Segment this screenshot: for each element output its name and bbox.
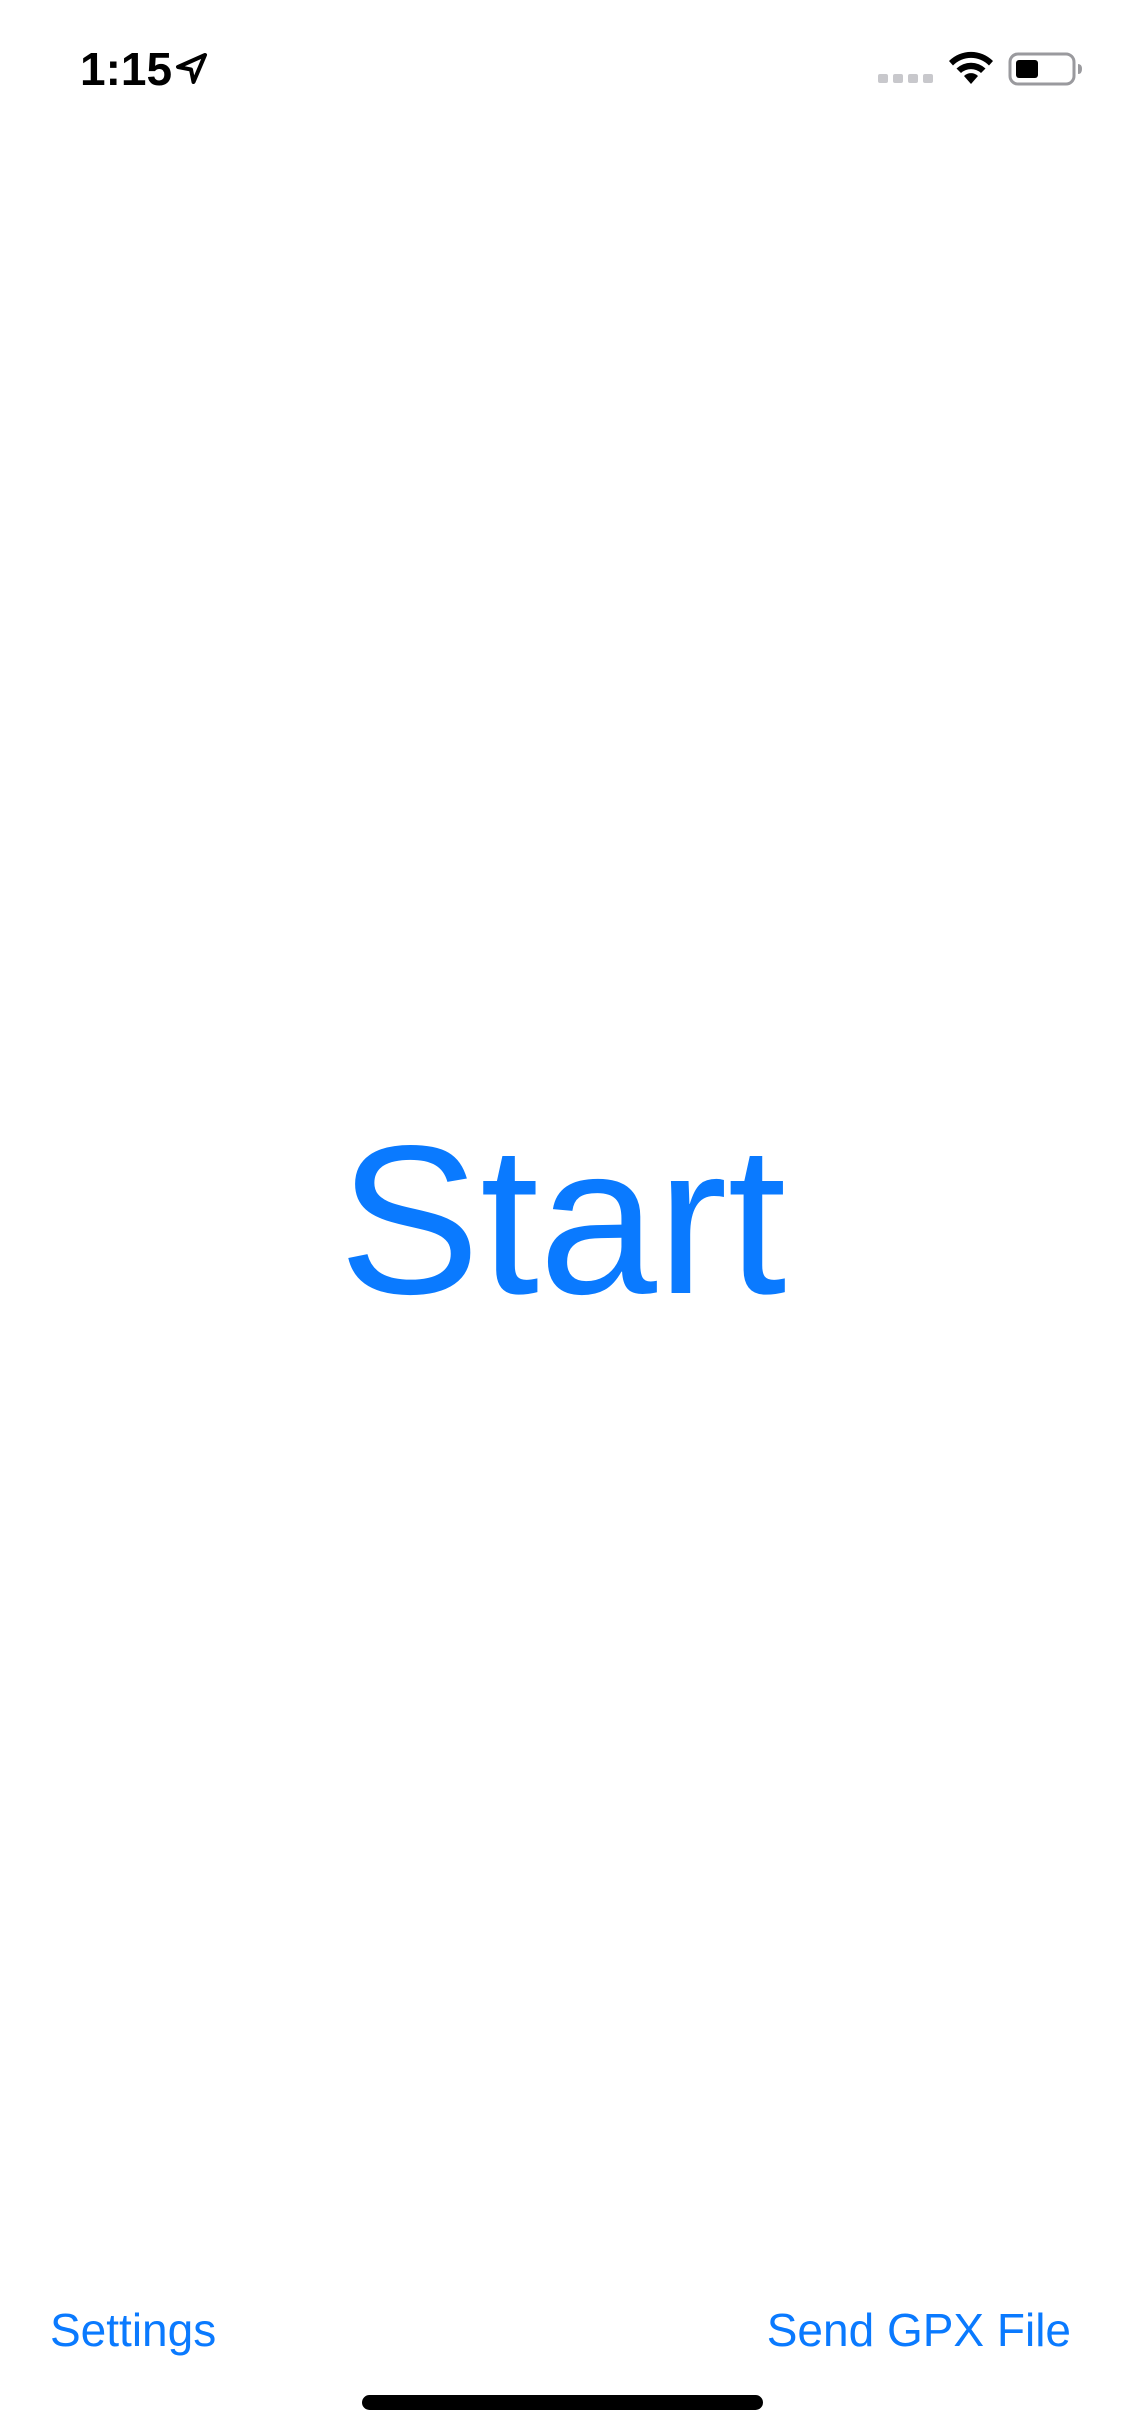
- status-bar: 1:15: [0, 0, 1125, 140]
- location-arrow-icon: [176, 53, 207, 84]
- battery-icon: [1008, 52, 1082, 86]
- start-button[interactable]: Start: [0, 1114, 1125, 1326]
- signal-bars-icon: [878, 74, 933, 83]
- send-gpx-file-button[interactable]: Send GPX File: [767, 2302, 1071, 2358]
- status-time: 1:15: [80, 43, 173, 95]
- wifi-icon: [949, 51, 993, 84]
- settings-button[interactable]: Settings: [50, 2302, 216, 2358]
- home-indicator[interactable]: [362, 2395, 763, 2410]
